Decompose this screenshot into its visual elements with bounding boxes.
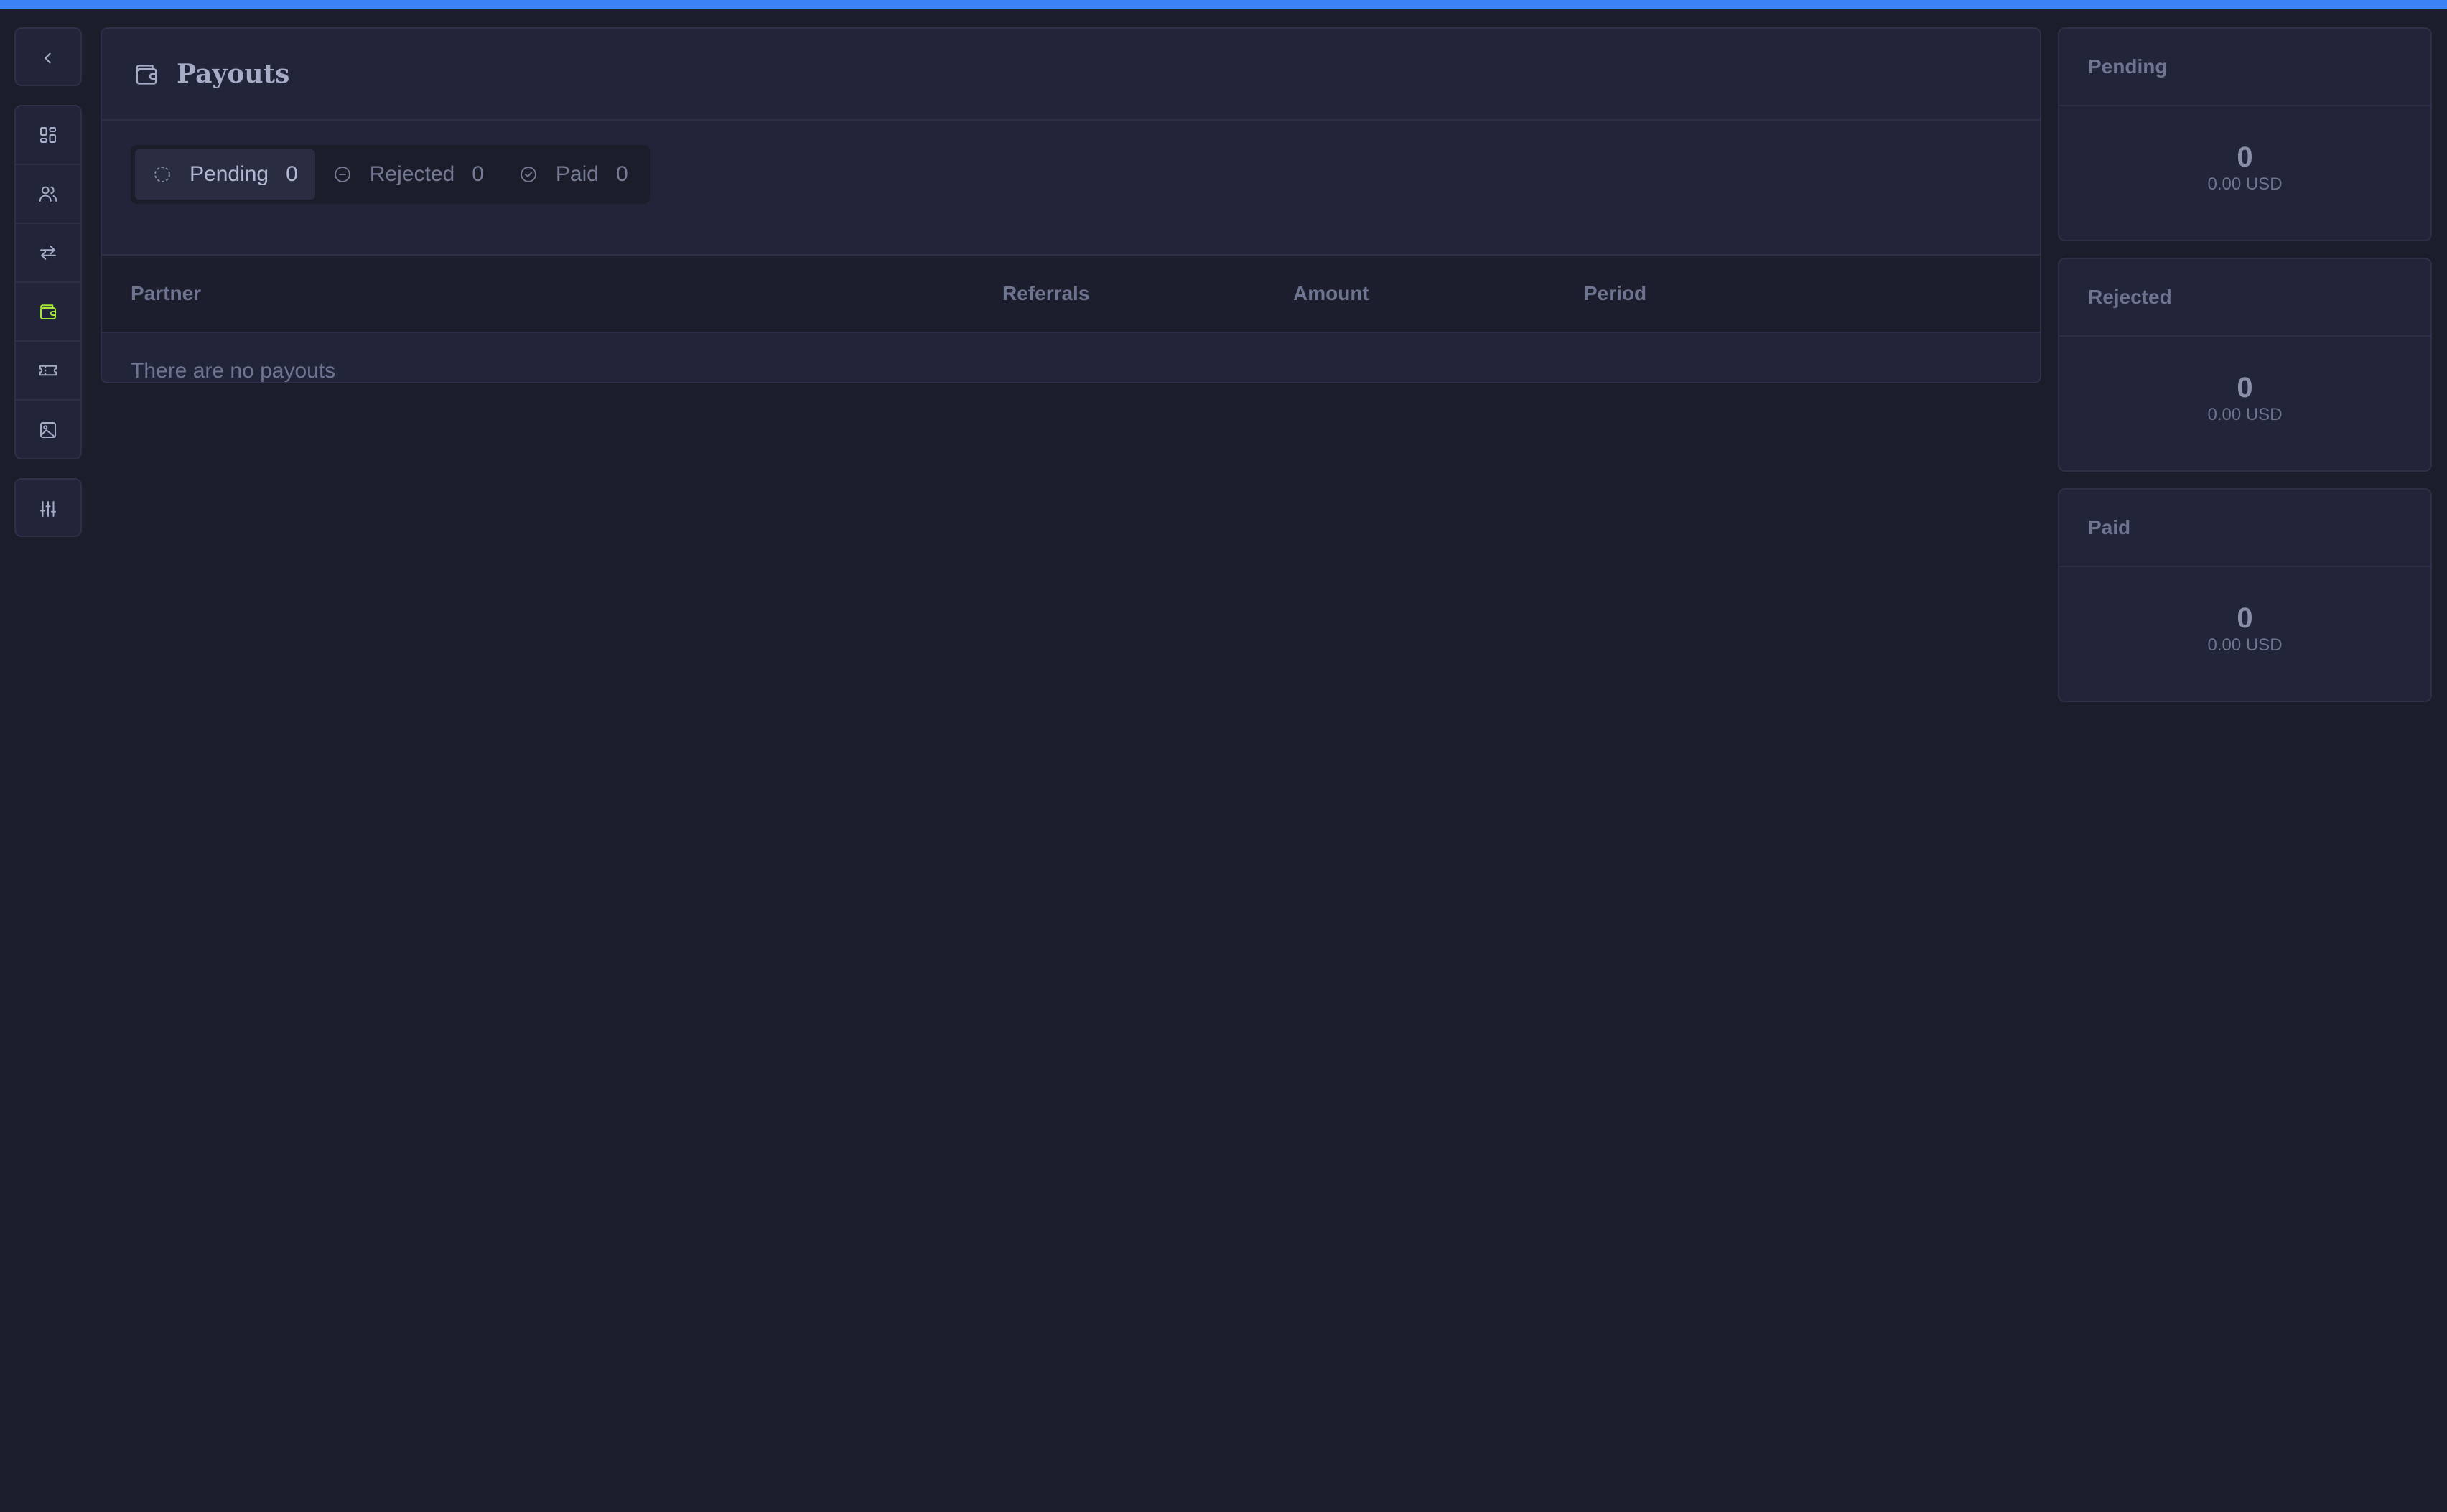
sidebar-item-partners[interactable] <box>16 165 80 224</box>
stat-amount: 0.00 USD <box>2207 405 2283 424</box>
sidebar-item-settings[interactable] <box>16 480 80 538</box>
top-accent-bar <box>0 0 2447 9</box>
column-header-partner[interactable]: Partner <box>131 256 201 332</box>
collapse-sidebar-button[interactable] <box>16 29 80 88</box>
stat-value: 0 <box>2237 141 2253 173</box>
wallet-icon <box>40 304 56 319</box>
users-icon <box>39 186 57 202</box>
empty-state-message: There are no payouts <box>131 359 336 383</box>
panel-header: Payouts <box>102 29 2040 121</box>
sidebar-nav <box>14 105 82 459</box>
sliders-icon <box>40 501 56 517</box>
sidebar-item-dashboard[interactable] <box>16 106 80 165</box>
stat-value: 0 <box>2237 602 2253 634</box>
sidebar-item-assets[interactable] <box>16 401 80 459</box>
sidebar-settings-box <box>14 478 82 537</box>
sidebar-item-referrals[interactable] <box>16 224 80 283</box>
page-title: Payouts <box>177 59 290 89</box>
arrows-exchange-icon <box>40 246 56 260</box>
sidebar-item-coupons[interactable] <box>16 342 80 401</box>
sidebar-collapse-box <box>14 27 82 86</box>
check-circle-icon <box>521 167 536 182</box>
dashed-circle-icon <box>154 167 170 182</box>
wallet-icon <box>136 65 157 85</box>
column-header-amount[interactable]: Amount <box>1293 256 1369 332</box>
filter-label: Rejected <box>369 162 455 186</box>
stat-title: Rejected <box>2059 259 2430 337</box>
filter-pending[interactable]: Pending 0 <box>135 149 315 200</box>
grid-icon <box>40 127 56 143</box>
sidebar-item-payouts[interactable] <box>16 283 80 342</box>
filter-paid[interactable]: Paid 0 <box>501 149 645 200</box>
column-header-referrals[interactable]: Referrals <box>1002 256 1089 332</box>
stat-amount: 0.00 USD <box>2207 174 2283 194</box>
minus-circle-icon <box>334 167 350 182</box>
chevron-left-icon <box>45 52 51 64</box>
stat-title: Paid <box>2059 490 2430 567</box>
image-icon <box>40 422 56 438</box>
stat-card-pending: Pending 0 0.00 USD <box>2058 27 2432 241</box>
stat-value: 0 <box>2237 372 2253 403</box>
filter-count: 0 <box>286 162 298 186</box>
payouts-panel: Payouts Pending 0 Rejected 0 Paid 0 Part… <box>101 27 2041 383</box>
stat-title: Pending <box>2059 29 2430 106</box>
filter-count: 0 <box>472 162 484 186</box>
table-header: Partner Referrals Amount Period <box>102 256 2040 333</box>
ticket-icon <box>39 365 57 376</box>
column-header-period[interactable]: Period <box>1584 256 1646 332</box>
stat-card-rejected: Rejected 0 0.00 USD <box>2058 258 2432 472</box>
filter-label: Pending <box>190 162 269 186</box>
stat-card-paid: Paid 0 0.00 USD <box>2058 488 2432 702</box>
status-segmented-control: Pending 0 Rejected 0 Paid 0 <box>131 145 650 204</box>
filter-count: 0 <box>615 162 628 186</box>
filter-rejected[interactable]: Rejected 0 <box>315 149 501 200</box>
status-filter-row: Pending 0 Rejected 0 Paid 0 <box>102 121 2040 256</box>
filter-label: Paid <box>555 162 599 186</box>
stat-amount: 0.00 USD <box>2207 635 2283 655</box>
